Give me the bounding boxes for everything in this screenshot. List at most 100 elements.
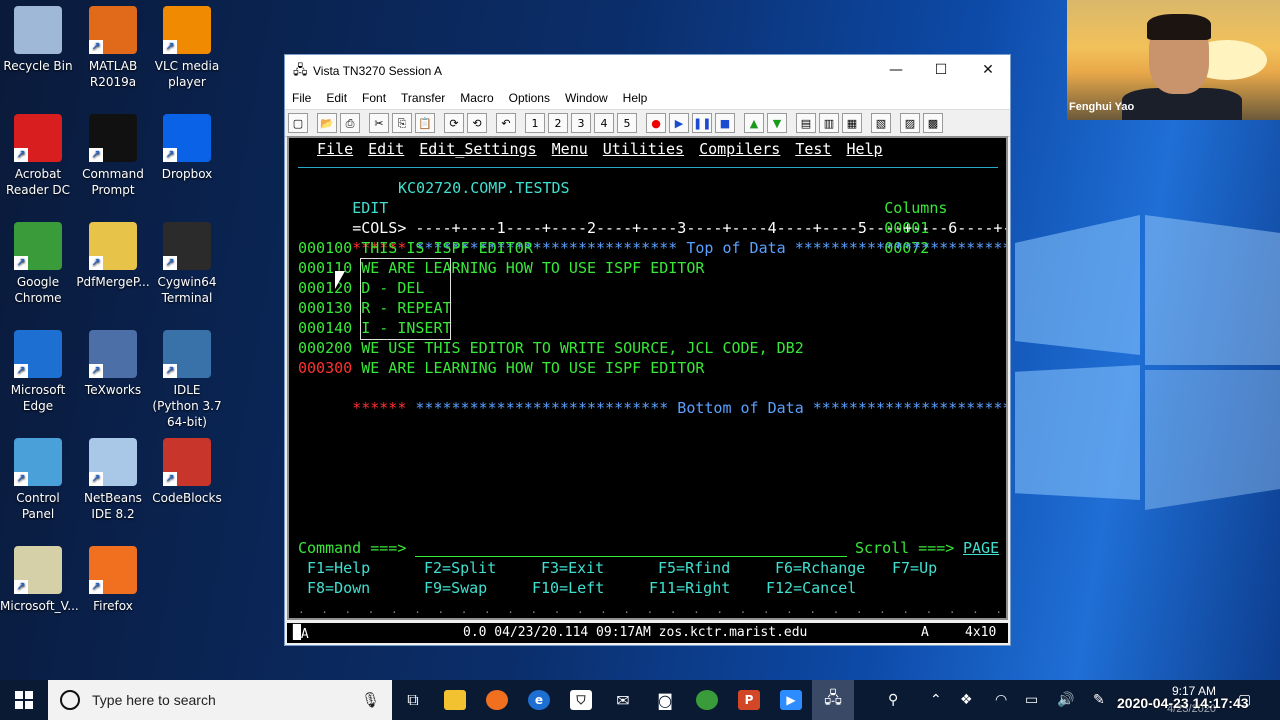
line-text[interactable]: THIS IS ISPF EDITOR <box>352 239 533 257</box>
ispf-menu-test[interactable]: Test <box>795 140 831 158</box>
terminal-screen[interactable]: File Edit Edit_Settings Menu Utilities Compil… <box>287 136 1008 620</box>
menu-file[interactable]: File <box>285 91 319 105</box>
line-number[interactable]: 000200 <box>298 339 352 357</box>
line-text[interactable]: WE ARE LEARNING HOW TO USE ISPF EDITOR <box>352 359 704 377</box>
desktop-icon[interactable]: ↗ PdfMergeP... <box>75 222 151 290</box>
toolbar-record-button[interactable]: ● <box>646 113 666 133</box>
line-number[interactable]: 000140 <box>298 319 352 337</box>
desktop-icon[interactable]: ↗ Dropbox <box>149 114 225 182</box>
toolbar-new-button[interactable]: ▢ <box>288 113 308 133</box>
line-text[interactable]: WE USE THIS EDITOR TO WRITE SOURCE, JCL … <box>352 339 804 357</box>
toolbar-2-button[interactable]: 2 <box>548 113 568 133</box>
menu-macro[interactable]: Macro <box>453 91 501 105</box>
desktop-icon[interactable]: ↗ Command Prompt <box>75 114 151 198</box>
ispf-menu-compilers[interactable]: Compilers <box>699 140 780 158</box>
toolbar-pause-button[interactable]: ❚❚ <box>692 113 712 133</box>
toolbar-tool-f-button[interactable]: ▩ <box>923 113 943 133</box>
line-number[interactable]: 000300 <box>298 359 352 377</box>
desktop-icon[interactable]: ↗ Firefox <box>75 546 151 614</box>
tn3270-taskbar-icon[interactable]: 🖧 <box>812 680 854 720</box>
chrome-taskbar-icon[interactable] <box>686 680 728 720</box>
line-number[interactable]: 000100 <box>298 239 352 257</box>
battery-icon[interactable]: ▭ <box>1025 680 1038 720</box>
firefox-taskbar-icon[interactable] <box>476 680 518 720</box>
toolbar-refresh-button[interactable]: ⟳ <box>444 113 464 133</box>
menu-options[interactable]: Options <box>502 91 558 105</box>
desktop-icon[interactable]: ↗ Cygwin64 Terminal <box>149 222 225 306</box>
toolbar-play-button[interactable]: ▶ <box>669 113 689 133</box>
toolbar-refresh-2-button[interactable]: ⟲ <box>467 113 487 133</box>
start-button[interactable] <box>0 680 48 720</box>
wifi-icon[interactable]: ◠ <box>995 680 1007 720</box>
desktop-icon[interactable]: ↗ TeXworks <box>75 330 151 398</box>
fkey-f3[interactable]: F3=Exit <box>541 558 604 578</box>
desktop-icon[interactable]: ↗ CodeBlocks <box>149 438 225 506</box>
toolbar-print-button[interactable]: ⎙ <box>340 113 360 133</box>
ispf-menu-help[interactable]: Help <box>846 140 882 158</box>
desktop-icon[interactable]: ↗ Acrobat Reader DC <box>0 114 76 198</box>
desktop-icon[interactable]: Recycle Bin <box>0 6 76 74</box>
store-icon[interactable]: ⛉ <box>560 680 602 720</box>
desktop-icon[interactable]: ↗ NetBeans IDE 8.2 <box>75 438 151 522</box>
maximize-button[interactable]: ☐ <box>918 55 964 85</box>
editor-line[interactable]: 000110 WE ARE LEARNING HOW TO USE ISPF E… <box>298 258 704 278</box>
fkey-f6[interactable]: F6=Rchange <box>775 558 865 578</box>
toolbar-down-button[interactable]: ▼ <box>767 113 787 133</box>
edge-taskbar-icon[interactable]: e <box>518 680 560 720</box>
ispf-menu-edit-settings[interactable]: Edit_Settings <box>419 140 536 158</box>
toolbar-undo-button[interactable]: ↶ <box>496 113 516 133</box>
fkey-f2[interactable]: F2=Split <box>424 558 496 578</box>
toolbar-stop-button[interactable]: ■ <box>715 113 735 133</box>
menu-edit[interactable]: Edit <box>319 91 355 105</box>
toolbar-tool-a-button[interactable]: ▤ <box>796 113 816 133</box>
people-icon[interactable]: ⚲ <box>888 680 898 720</box>
editor-line[interactable]: 000100 THIS IS ISPF EDITOR <box>298 238 533 258</box>
ispf-menu-file[interactable]: File <box>317 140 353 158</box>
powerpoint-icon[interactable]: P <box>728 680 770 720</box>
toolbar-cut-button[interactable]: ✂ <box>369 113 389 133</box>
title-bar[interactable]: 🖧 Vista TN3270 Session A — ☐ ✕ <box>285 55 1010 87</box>
ispf-menu-utilities[interactable]: Utilities <box>603 140 684 158</box>
zoom-icon[interactable]: ▶ <box>770 680 812 720</box>
menu-font[interactable]: Font <box>355 91 394 105</box>
fkey-f10[interactable]: F10=Left <box>532 578 604 598</box>
mail-icon[interactable]: ✉ <box>602 680 644 720</box>
toolbar-5-button[interactable]: 5 <box>617 113 637 133</box>
fkey-f1[interactable]: F1=Help <box>307 558 370 578</box>
minimize-button[interactable]: — <box>873 55 919 85</box>
line-number[interactable]: 000130 <box>298 299 352 317</box>
fkey-f9[interactable]: F9=Swap <box>424 578 487 598</box>
menu-help[interactable]: Help <box>616 91 656 105</box>
toolbar-tool-d-button[interactable]: ▧ <box>871 113 891 133</box>
close-button[interactable]: ✕ <box>965 55 1011 85</box>
ispf-menu-menu[interactable]: Menu <box>552 140 588 158</box>
toolbar-paste-button[interactable]: 📋 <box>415 113 435 133</box>
desktop-icon[interactable]: ↗ Microsoft_V... <box>0 546 79 614</box>
editor-line[interactable]: 000300 WE ARE LEARNING HOW TO USE ISPF E… <box>298 358 704 378</box>
volume-icon[interactable]: 🔊 <box>1057 680 1074 720</box>
pen-icon[interactable]: ✎ <box>1093 680 1105 720</box>
fkey-f7[interactable]: F7=Up <box>892 558 937 578</box>
toolbar-copy-button[interactable]: ⎘ <box>392 113 412 133</box>
show-hidden-icons[interactable]: ⌃ <box>930 680 942 720</box>
desktop-icon[interactable]: ↗ Control Panel <box>0 438 76 522</box>
editor-line[interactable]: 000200 WE USE THIS EDITOR TO WRITE SOURC… <box>298 338 804 358</box>
menu-transfer[interactable]: Transfer <box>394 91 453 105</box>
fkey-f8[interactable]: F8=Down <box>307 578 370 598</box>
microphone-icon[interactable]: 🎙 <box>361 691 380 709</box>
camera-icon[interactable]: ◙ <box>644 680 686 720</box>
ispf-menu-edit[interactable]: Edit <box>368 140 404 158</box>
toolbar-4-button[interactable]: 4 <box>594 113 614 133</box>
desktop-icon[interactable]: ↗ VLC media player <box>149 6 225 90</box>
toolbar-tool-c-button[interactable]: ▦ <box>842 113 862 133</box>
desktop-icon[interactable]: ↗ Microsoft Edge <box>0 330 76 414</box>
desktop-icon[interactable]: ↗ IDLE (Python 3.7 64-bit) <box>149 330 225 430</box>
task-view-icon[interactable]: ⧉ <box>392 680 434 720</box>
scroll-value[interactable]: PAGE <box>963 538 999 558</box>
fkey-f12[interactable]: F12=Cancel <box>766 578 856 598</box>
file-explorer-icon[interactable] <box>434 680 476 720</box>
toolbar-up-button[interactable]: ▲ <box>744 113 764 133</box>
toolbar-1-button[interactable]: 1 <box>525 113 545 133</box>
toolbar-open-button[interactable]: 📂 <box>317 113 337 133</box>
toolbar-3-button[interactable]: 3 <box>571 113 591 133</box>
